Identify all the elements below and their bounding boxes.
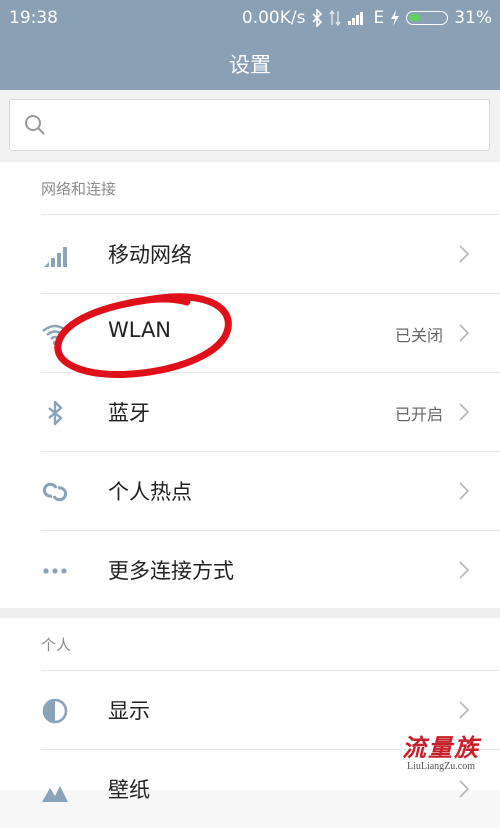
charging-icon bbox=[390, 10, 400, 26]
chevron-right-icon bbox=[458, 559, 470, 581]
section-network: 网络和连接 移动网络 WLAN 已关闭 蓝牙 已开启 个人热点 更多连接方式 bbox=[0, 162, 500, 608]
item-label: WLAN bbox=[108, 318, 172, 342]
watermark-logo: 流量族 LiuLiangZu.com bbox=[402, 728, 480, 772]
status-bar: 19:38 0.00K/s E 31% bbox=[0, 0, 500, 38]
data-transfer-icon bbox=[329, 10, 342, 26]
settings-item-bluetooth[interactable]: 蓝牙 已开启 bbox=[41, 372, 500, 451]
wifi-icon bbox=[41, 320, 69, 348]
app-header: 设置 bbox=[0, 38, 500, 90]
cellular-signal-icon bbox=[41, 241, 69, 269]
settings-item-hotspot[interactable]: 个人热点 bbox=[41, 451, 500, 530]
chevron-right-icon bbox=[458, 480, 470, 502]
section-header-network: 网络和连接 bbox=[41, 180, 117, 198]
status-time: 19:38 bbox=[9, 8, 58, 28]
search-box[interactable] bbox=[9, 99, 490, 151]
display-icon bbox=[41, 697, 69, 725]
bluetooth-icon bbox=[311, 9, 323, 27]
watermark-main: 流量族 bbox=[402, 733, 480, 762]
item-label: 移动网络 bbox=[108, 243, 192, 267]
battery-icon bbox=[406, 11, 449, 25]
battery-level bbox=[409, 14, 421, 21]
item-label: 更多连接方式 bbox=[108, 559, 234, 583]
watermark-url: LiuLiangZu.com bbox=[406, 761, 476, 772]
net-speed: 0.00K/s bbox=[241, 8, 306, 28]
hotspot-icon bbox=[41, 478, 69, 506]
chevron-right-icon bbox=[458, 699, 470, 721]
settings-item-mobile-network[interactable]: 移动网络 bbox=[41, 214, 500, 293]
network-type: E bbox=[373, 8, 385, 28]
chevron-right-icon bbox=[458, 401, 470, 423]
section-header-personal: 个人 bbox=[41, 636, 72, 654]
search-area bbox=[0, 90, 500, 160]
signal-icon bbox=[347, 11, 367, 25]
more-dots-icon bbox=[41, 557, 69, 585]
wallpaper-icon bbox=[41, 776, 69, 804]
item-label: 个人热点 bbox=[108, 480, 192, 504]
section-divider bbox=[0, 608, 500, 618]
item-label: 壁纸 bbox=[108, 778, 150, 802]
search-icon bbox=[24, 114, 46, 140]
settings-item-wlan[interactable]: WLAN 已关闭 bbox=[41, 293, 500, 372]
settings-item-more-connections[interactable]: 更多连接方式 bbox=[41, 530, 500, 609]
chevron-right-icon bbox=[458, 778, 470, 800]
item-status: 已开启 bbox=[394, 405, 443, 424]
search-input[interactable] bbox=[60, 110, 474, 142]
chevron-right-icon bbox=[458, 243, 470, 265]
status-icons: 0.00K/s E 31% bbox=[242, 8, 492, 28]
battery-percent: 31% bbox=[454, 8, 492, 28]
item-label: 显示 bbox=[108, 699, 150, 723]
chevron-right-icon bbox=[458, 322, 470, 344]
item-label: 蓝牙 bbox=[108, 401, 150, 425]
page-title: 设置 bbox=[229, 53, 271, 77]
item-status: 已关闭 bbox=[394, 326, 443, 345]
bluetooth-icon bbox=[41, 399, 69, 427]
